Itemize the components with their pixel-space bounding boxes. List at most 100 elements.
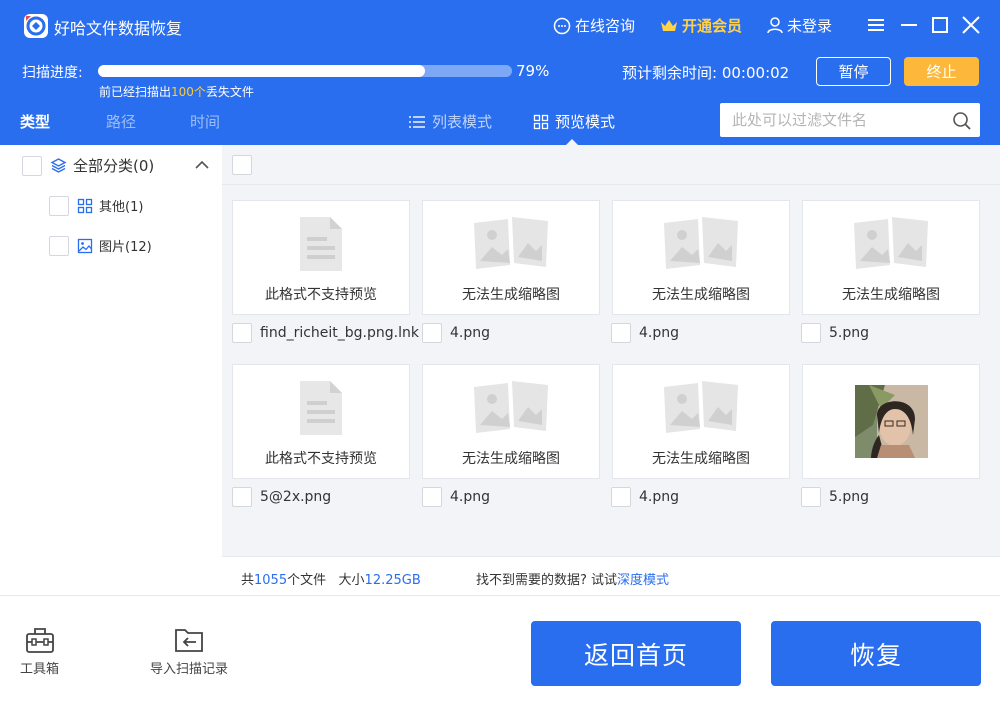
category-root-label: 全部分类(0) bbox=[73, 157, 155, 175]
category-other-label: 其他(1) bbox=[99, 200, 144, 215]
search-icon[interactable] bbox=[952, 111, 972, 131]
category-other-checkbox[interactable] bbox=[49, 196, 69, 216]
online-consult-label: 在线咨询 bbox=[575, 17, 636, 35]
grid-view-icon bbox=[533, 114, 549, 129]
grid-icon bbox=[77, 198, 93, 213]
scan-progress-percent: 79% bbox=[516, 62, 550, 80]
preview-mode-button[interactable]: 预览模式 bbox=[533, 111, 615, 132]
file-card[interactable]: 无法生成缩略图 bbox=[612, 200, 790, 315]
file-card-caption: 无法生成缩略图 bbox=[842, 287, 940, 303]
file-card-caption: 无法生成缩略图 bbox=[652, 451, 750, 467]
app-title: 好哈文件数据恢复 bbox=[54, 19, 183, 38]
chevron-up-icon[interactable] bbox=[195, 160, 209, 170]
file-card[interactable]: 此格式不支持预览 bbox=[232, 364, 410, 479]
folder-import-icon bbox=[175, 629, 203, 652]
preview-mode-label: 预览模式 bbox=[555, 113, 616, 131]
back-to-home-button[interactable]: 返回首页 bbox=[531, 621, 741, 686]
import-scan-record-button[interactable]: 导入扫描记录 bbox=[150, 626, 228, 677]
category-image-checkbox[interactable] bbox=[49, 236, 69, 256]
filter-input[interactable] bbox=[720, 103, 946, 137]
tab-path[interactable]: 路径 bbox=[106, 111, 136, 132]
file-checkbox[interactable] bbox=[422, 487, 442, 507]
file-name: 5.png bbox=[829, 325, 870, 341]
select-all-files-checkbox[interactable] bbox=[232, 155, 252, 175]
tab-type[interactable]: 类型 bbox=[20, 111, 50, 132]
scan-progress-fill bbox=[98, 65, 426, 77]
close-icon[interactable] bbox=[960, 14, 982, 36]
status-bar: 共1055个文件 大小12.25GB 找不到需要的数据? 试试深度模式 bbox=[222, 556, 1000, 595]
size-value: 12.25GB bbox=[364, 573, 421, 588]
grid-header bbox=[222, 145, 1000, 185]
broken-image-icon bbox=[803, 215, 979, 271]
open-vip-button[interactable]: 开通会员 bbox=[660, 15, 742, 36]
deep-mode-hint: 找不到需要的数据? 试试深度模式 bbox=[476, 569, 669, 588]
file-card[interactable]: 无法生成缩略图 bbox=[612, 364, 790, 479]
tab-time[interactable]: 时间 bbox=[190, 111, 220, 132]
file-checkbox[interactable] bbox=[801, 323, 821, 343]
file-name: 5.png bbox=[829, 489, 870, 505]
remaining-time-label: 预计剩余时间: bbox=[622, 64, 718, 82]
select-all-categories-checkbox[interactable] bbox=[22, 156, 42, 176]
file-card[interactable] bbox=[802, 364, 980, 479]
login-button[interactable]: 未登录 bbox=[767, 15, 832, 36]
scan-found-text: 前已经扫描出100个丢失文件 bbox=[99, 83, 254, 100]
file-checkbox[interactable] bbox=[232, 323, 252, 343]
category-sidebar: 全部分类(0) 其他(1) 图片(12) bbox=[0, 145, 222, 595]
file-preview-panel: 此格式不支持预览 find_richeit_bg.png.lnk 无法生成缩略图… bbox=[222, 145, 1000, 595]
file-checkbox[interactable] bbox=[611, 487, 631, 507]
app-logo-icon bbox=[24, 14, 48, 38]
layers-icon bbox=[50, 158, 67, 173]
file-card[interactable]: 无法生成缩略图 bbox=[422, 200, 600, 315]
title-bar: 好哈文件数据恢复 在线咨询 开通会员 未登录 扫描进度: 79% 前已经扫描出1… bbox=[0, 0, 1000, 145]
file-card[interactable]: 无法生成缩略图 bbox=[422, 364, 600, 479]
photo-thumbnail bbox=[855, 385, 928, 458]
file-checkbox[interactable] bbox=[611, 323, 631, 343]
file-card-caption: 无法生成缩略图 bbox=[652, 287, 750, 303]
list-mode-label: 列表模式 bbox=[432, 113, 493, 131]
filter-box bbox=[720, 103, 980, 137]
file-name: 4.png bbox=[639, 325, 680, 341]
file-card[interactable]: 无法生成缩略图 bbox=[802, 200, 980, 315]
file-checkbox[interactable] bbox=[232, 487, 252, 507]
recover-button[interactable]: 恢复 bbox=[771, 621, 981, 686]
file-name: 4.png bbox=[639, 489, 680, 505]
broken-image-icon bbox=[613, 379, 789, 435]
scan-found-prefix: 前已经扫描出 bbox=[99, 85, 172, 99]
hint-text: 找不到需要的数据? 试试 bbox=[476, 573, 618, 588]
toolbox-icon bbox=[25, 628, 54, 653]
stop-button[interactable]: 终止 bbox=[904, 57, 979, 86]
toolbox-label: 工具箱 bbox=[20, 662, 60, 677]
chat-icon bbox=[553, 17, 571, 34]
category-root[interactable]: 全部分类(0) bbox=[50, 155, 154, 176]
toolbox-button[interactable]: 工具箱 bbox=[20, 626, 59, 677]
remaining-time: 预计剩余时间: 00:00:02 bbox=[622, 62, 789, 83]
file-card-caption: 无法生成缩略图 bbox=[462, 451, 560, 467]
remaining-time-value: 00:00:02 bbox=[721, 64, 790, 82]
minimize-icon[interactable] bbox=[898, 14, 920, 36]
import-scan-record-label: 导入扫描记录 bbox=[150, 662, 229, 677]
total-prefix: 共 bbox=[241, 573, 255, 588]
category-image-label: 图片(12) bbox=[99, 240, 152, 255]
list-mode-button[interactable]: 列表模式 bbox=[408, 111, 492, 132]
footer: 工具箱 导入扫描记录 返回首页 恢复 bbox=[0, 595, 1000, 705]
file-checkbox[interactable] bbox=[801, 487, 821, 507]
size-label: 大小 bbox=[338, 573, 365, 588]
file-card-caption: 此格式不支持预览 bbox=[265, 451, 377, 467]
file-name: 4.png bbox=[450, 489, 491, 505]
category-other[interactable]: 其他(1) bbox=[77, 196, 143, 215]
category-image[interactable]: 图片(12) bbox=[77, 236, 152, 255]
menu-icon[interactable] bbox=[865, 14, 887, 36]
online-consult-button[interactable]: 在线咨询 bbox=[553, 15, 635, 36]
maximize-icon[interactable] bbox=[929, 14, 951, 36]
pause-button[interactable]: 暂停 bbox=[816, 57, 891, 86]
deep-mode-link[interactable]: 深度模式 bbox=[617, 573, 669, 588]
scan-progress-label: 扫描进度: bbox=[22, 65, 83, 81]
file-card-caption: 无法生成缩略图 bbox=[462, 287, 560, 303]
total-count: 1055 bbox=[254, 573, 288, 588]
file-card[interactable]: 此格式不支持预览 bbox=[232, 200, 410, 315]
file-card-caption: 此格式不支持预览 bbox=[265, 287, 377, 303]
open-vip-label: 开通会员 bbox=[682, 17, 743, 35]
file-checkbox[interactable] bbox=[422, 323, 442, 343]
file-name: 4.png bbox=[450, 325, 491, 341]
broken-image-icon bbox=[423, 379, 599, 435]
